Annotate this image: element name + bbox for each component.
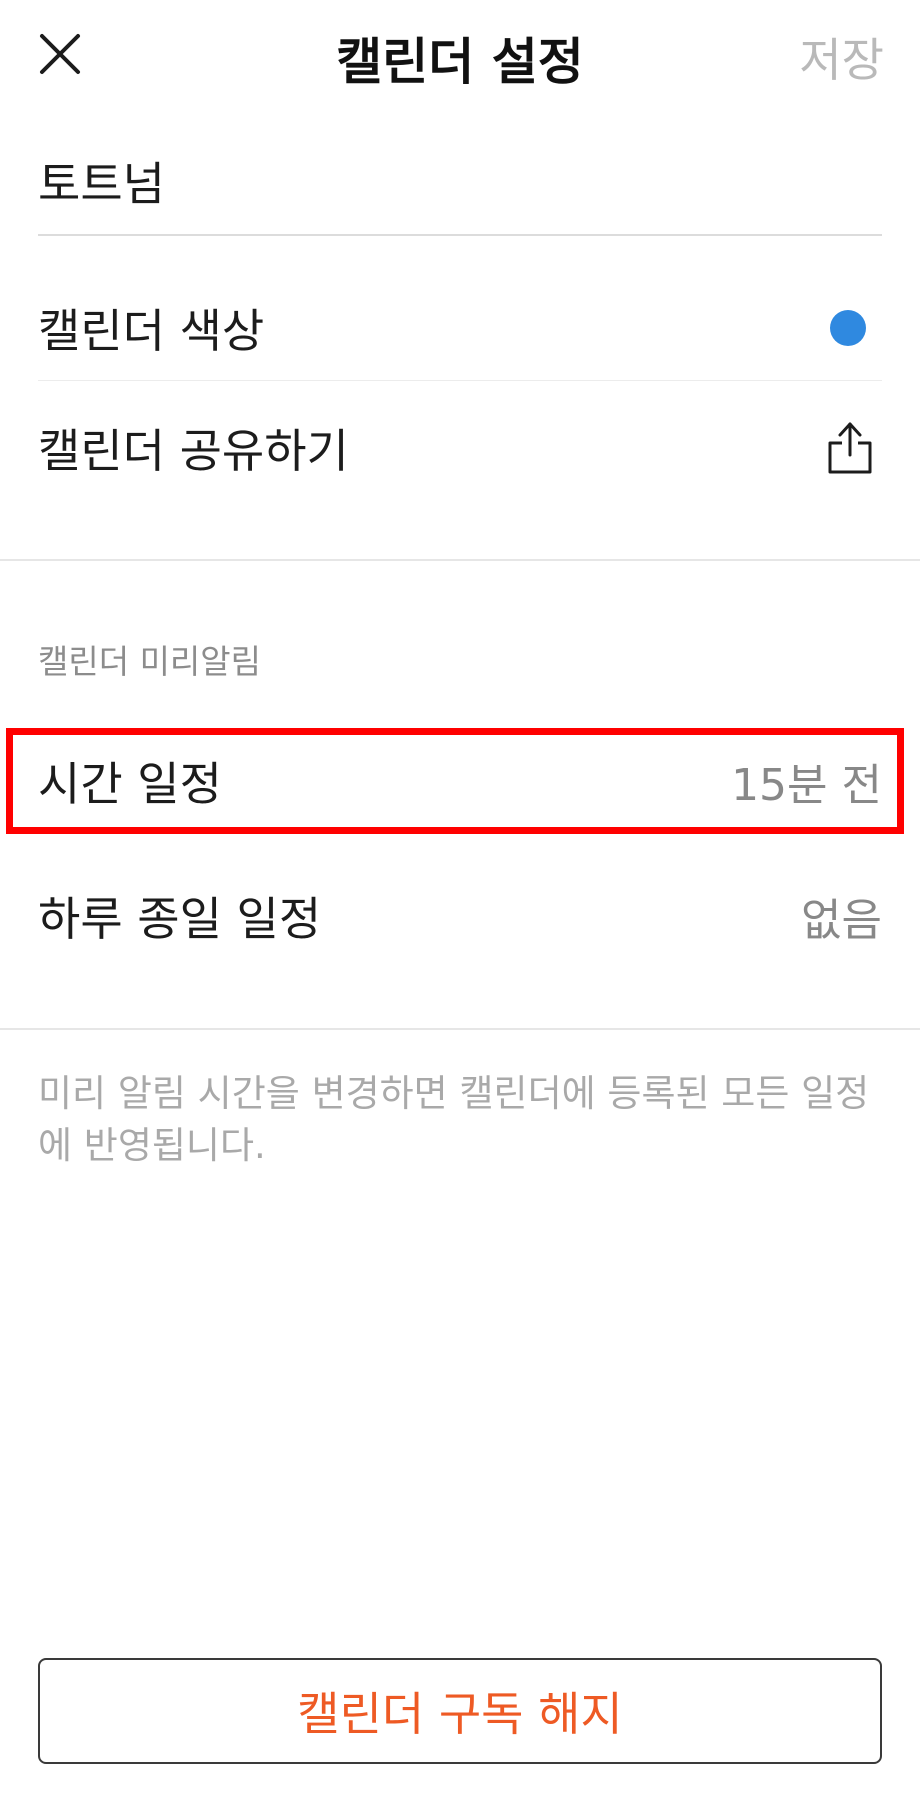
timed-event-label: 시간 일정 — [38, 757, 222, 811]
share-icon[interactable] — [826, 421, 874, 475]
calendar-color-row[interactable]: 캘린더 색상 — [38, 276, 882, 380]
timed-event-value: 15분 전 — [731, 760, 882, 811]
header: 캘린더 설정 저장 — [0, 0, 920, 115]
close-icon — [40, 34, 80, 74]
timed-event-reminder-row[interactable]: 시간 일정 15분 전 — [38, 730, 882, 832]
calendar-settings-page: 캘린더 설정 저장 토트넘 캘린더 색상 캘린더 공유하기 캘린더 미리알림 시… — [0, 0, 920, 1805]
section-divider — [0, 559, 920, 561]
close-button[interactable] — [34, 28, 86, 80]
page-title: 캘린더 설정 — [336, 33, 584, 91]
unsubscribe-label: 캘린더 구독 해지 — [297, 1687, 623, 1741]
color-dot-icon — [830, 310, 866, 346]
calendar-color-label: 캘린더 색상 — [38, 304, 265, 358]
calendar-name-field[interactable]: 토트넘 — [38, 150, 882, 236]
calendar-share-label: 캘린더 공유하기 — [38, 424, 349, 478]
reminder-section-title: 캘린더 미리알림 — [38, 642, 262, 681]
calendar-share-row[interactable]: 캘린더 공유하기 — [38, 396, 882, 500]
reminder-note: 미리 알림 시간을 변경하면 캘린더에 등록된 모든 일정에 반영됩니다. — [38, 1072, 870, 1167]
allday-event-label: 하루 종일 일정 — [38, 892, 322, 946]
section-divider — [0, 1028, 920, 1030]
allday-event-value: 없음 — [801, 895, 882, 946]
calendar-name-value: 토트넘 — [38, 157, 165, 211]
unsubscribe-button[interactable]: 캘린더 구독 해지 — [38, 1658, 882, 1764]
save-button[interactable]: 저장 — [799, 24, 884, 90]
allday-event-reminder-row[interactable]: 하루 종일 일정 없음 — [38, 865, 882, 967]
divider — [38, 380, 882, 381]
